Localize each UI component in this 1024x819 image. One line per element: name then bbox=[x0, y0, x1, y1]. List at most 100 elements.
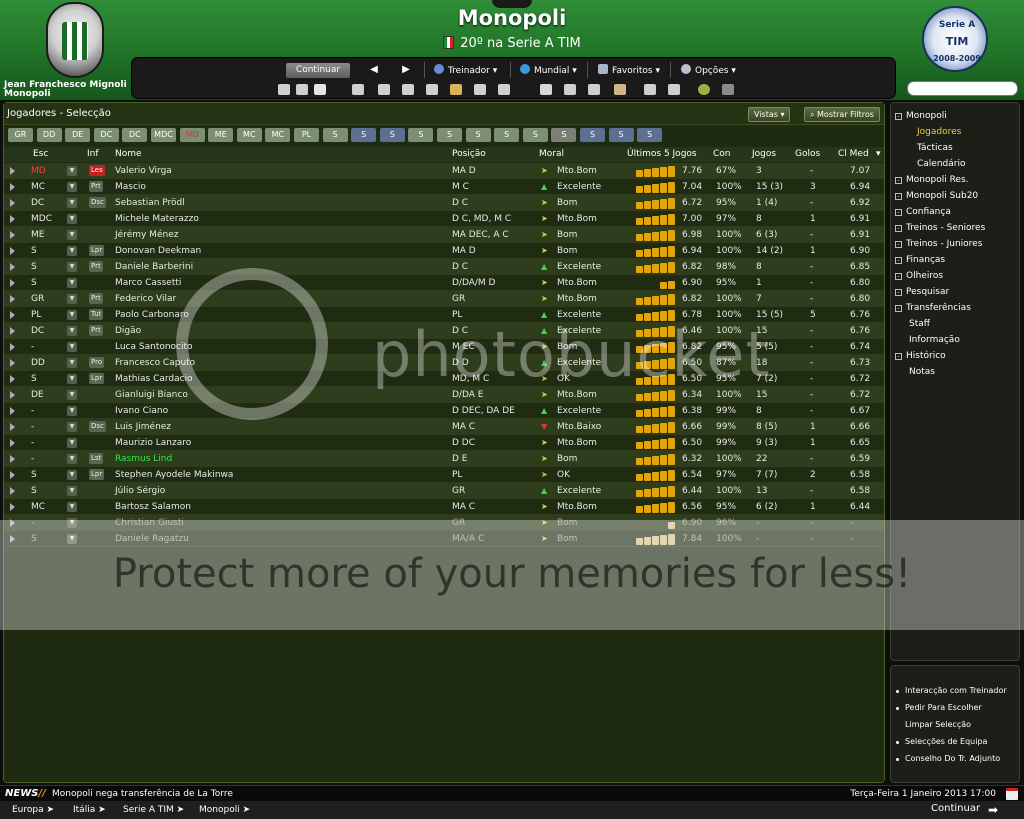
player-name[interactable]: Jérémy Ménez bbox=[115, 230, 178, 240]
selection-dropdown[interactable]: ▼ bbox=[67, 502, 77, 512]
expand-row-icon[interactable] bbox=[10, 439, 15, 447]
collapse-icon[interactable]: - bbox=[895, 225, 902, 232]
training-icon[interactable] bbox=[402, 84, 414, 95]
continue-button[interactable]: Continuar bbox=[286, 63, 350, 78]
collapse-icon[interactable]: - bbox=[895, 257, 902, 264]
player-name[interactable]: Marco Cassetti bbox=[115, 278, 181, 288]
expand-row-icon[interactable] bbox=[10, 391, 15, 399]
selection-dropdown[interactable]: ▼ bbox=[67, 310, 77, 320]
show-filters-button[interactable]: ⌕ Mostrar Filtros bbox=[804, 107, 880, 122]
selection-dropdown[interactable]: ▼ bbox=[67, 278, 77, 288]
inbox-icon[interactable] bbox=[296, 84, 308, 95]
trophy-icon[interactable] bbox=[540, 84, 552, 95]
selection-dropdown[interactable]: ▼ bbox=[67, 486, 77, 496]
selection-dropdown[interactable]: ▼ bbox=[67, 262, 77, 272]
sidebar-item[interactable]: - Finanças bbox=[895, 255, 945, 265]
col-jogos[interactable]: Jogos bbox=[752, 149, 776, 159]
table-row[interactable]: MDC ▼ Michele Materazzo D C, MD, M C ➤ Mto.Bo… bbox=[4, 211, 884, 227]
table-row[interactable]: S ▼ Júlio Sérgio GR ▲ Excelente 6.44 100% 13 - 6.5… bbox=[4, 483, 884, 499]
squad-icon[interactable] bbox=[352, 84, 364, 95]
continue-arrow-icon[interactable]: ➡ bbox=[988, 803, 998, 817]
menu-treinador[interactable]: Treinador ▾ bbox=[434, 64, 497, 76]
views-button[interactable]: Vistas ▾ bbox=[748, 107, 791, 122]
selection-dropdown[interactable]: ▼ bbox=[67, 438, 77, 448]
selection-dropdown[interactable]: ▼ bbox=[67, 326, 77, 336]
sidebar-item[interactable]: Notas bbox=[909, 367, 935, 377]
expand-row-icon[interactable] bbox=[10, 199, 15, 207]
sidebar-item[interactable]: Jogadores bbox=[917, 127, 961, 137]
position-tab[interactable]: DC bbox=[122, 128, 148, 142]
position-tab[interactable]: MC bbox=[236, 128, 262, 142]
sidebar-item[interactable]: - Transferências bbox=[895, 303, 971, 313]
search-input[interactable] bbox=[907, 81, 1018, 96]
breadcrumb-italia[interactable]: Itália ➤ bbox=[73, 805, 106, 815]
position-tab[interactable]: MC bbox=[265, 128, 291, 142]
history-icon[interactable] bbox=[614, 84, 626, 95]
sidebar-item[interactable]: - Olheiros bbox=[895, 271, 943, 281]
action-link[interactable]: Pedir Para Escolher bbox=[896, 703, 982, 712]
sidebar-item[interactable]: - Monopoli bbox=[895, 111, 947, 121]
expand-row-icon[interactable] bbox=[10, 455, 15, 463]
position-tab[interactable]: S bbox=[322, 128, 348, 142]
expand-row-icon[interactable] bbox=[10, 311, 15, 319]
selection-dropdown[interactable]: ▼ bbox=[67, 182, 77, 192]
menu-favoritos[interactable]: Favoritos ▾ bbox=[598, 64, 660, 76]
selection-dropdown[interactable]: ▼ bbox=[67, 454, 77, 464]
table-row[interactable]: - ▼ Ivano Ciano D DEC, DA DE ▲ Excelente 6.38 9… bbox=[4, 403, 884, 419]
back-arrow-icon[interactable]: ◀ bbox=[366, 62, 382, 78]
position-tab[interactable]: MD bbox=[179, 128, 205, 142]
help-icon[interactable] bbox=[722, 84, 734, 95]
action-link[interactable]: Conselho Do Tr. Adjunto bbox=[895, 754, 1000, 763]
news-bar[interactable]: NEWS// Monopoli nega transferência de La… bbox=[0, 785, 1024, 801]
player-name[interactable]: Federico Vilar bbox=[115, 294, 176, 304]
collapse-icon[interactable]: - bbox=[895, 177, 902, 184]
selection-dropdown[interactable]: ▼ bbox=[67, 246, 77, 256]
selection-dropdown[interactable]: ▼ bbox=[67, 230, 77, 240]
calendar-icon[interactable] bbox=[314, 84, 326, 95]
collapse-icon[interactable]: - bbox=[895, 353, 902, 360]
player-name[interactable]: Júlio Sérgio bbox=[115, 486, 165, 496]
expand-row-icon[interactable] bbox=[10, 407, 15, 415]
sidebar-item[interactable]: - Confiança bbox=[895, 207, 951, 217]
expand-row-icon[interactable] bbox=[10, 343, 15, 351]
table-row[interactable]: ME ▼ Jérémy Ménez MA DEC, A C ➤ Bom 6.98 100% 6 … bbox=[4, 227, 884, 243]
sidebar-item[interactable]: - Treinos - Seniores bbox=[895, 223, 985, 233]
expand-row-icon[interactable] bbox=[10, 295, 15, 303]
position-tab[interactable]: DD bbox=[36, 128, 62, 142]
expand-row-icon[interactable] bbox=[10, 503, 15, 511]
sort-desc-icon[interactable]: ▾ bbox=[876, 149, 881, 159]
expand-row-icon[interactable] bbox=[10, 471, 15, 479]
table-row[interactable]: GR ▼ Prt Federico Vilar GR ➤ Mto.Bom 6.82 100% 7 -… bbox=[4, 291, 884, 307]
status-icon[interactable] bbox=[698, 84, 710, 95]
selection-dropdown[interactable]: ▼ bbox=[67, 390, 77, 400]
action-link[interactable]: Limpar Selecção bbox=[905, 720, 971, 729]
table-row[interactable]: - ▼ Lst Rasmus Lind D E ➤ Bom 6.32 100% 22 - 6.59 bbox=[4, 451, 884, 467]
position-tab[interactable]: S bbox=[522, 128, 548, 142]
expand-row-icon[interactable] bbox=[10, 231, 15, 239]
collapse-icon[interactable]: - bbox=[895, 273, 902, 280]
medical-icon[interactable] bbox=[474, 84, 486, 95]
player-name[interactable]: Digão bbox=[115, 326, 141, 336]
breadcrumb-europa[interactable]: Europa ➤ bbox=[12, 805, 54, 815]
position-tab[interactable]: S bbox=[494, 128, 520, 142]
sidebar-item[interactable]: Calendário bbox=[917, 159, 965, 169]
col-golos[interactable]: Golos bbox=[795, 149, 820, 159]
continue-bottom-button[interactable]: Continuar bbox=[931, 803, 980, 814]
collapse-icon[interactable]: - bbox=[895, 193, 902, 200]
col-esc[interactable]: Esc bbox=[33, 149, 48, 159]
sidebar-item[interactable]: - Monopoli Res. bbox=[895, 175, 969, 185]
position-tab[interactable]: S bbox=[551, 128, 577, 142]
collapse-icon[interactable]: - bbox=[895, 209, 902, 216]
position-tab[interactable]: PL bbox=[294, 128, 319, 142]
expand-row-icon[interactable] bbox=[10, 359, 15, 367]
expand-row-icon[interactable] bbox=[10, 247, 15, 255]
notes-icon[interactable] bbox=[668, 84, 680, 95]
manager-info[interactable]: Jean Franchesco Mignoli Monopoli bbox=[4, 81, 127, 99]
selection-dropdown[interactable]: ▼ bbox=[67, 342, 77, 352]
position-tab[interactable]: S bbox=[437, 128, 462, 142]
position-tab[interactable]: DC bbox=[93, 128, 119, 142]
position-tab[interactable]: S bbox=[580, 128, 605, 142]
table-row[interactable]: S ▼ Lpr Stephen Ayodele Makinwa PL ➤ OK 6.54 97%… bbox=[4, 467, 884, 483]
position-tab[interactable]: DE bbox=[65, 128, 91, 142]
expand-row-icon[interactable] bbox=[10, 375, 15, 383]
